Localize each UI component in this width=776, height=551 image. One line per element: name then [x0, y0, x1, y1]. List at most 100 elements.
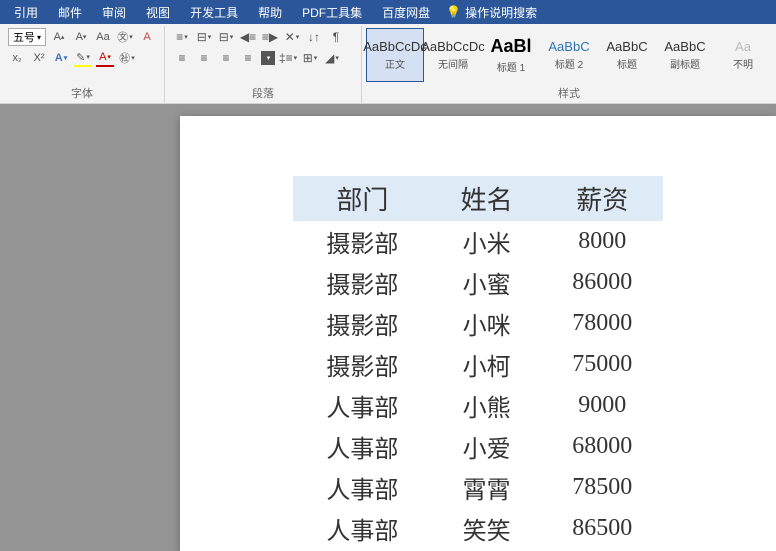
style-item-5[interactable]: AaBbC 副标题	[656, 28, 714, 82]
table-cell[interactable]: 摄影部	[293, 344, 432, 385]
line-spacing-icon[interactable]: ‡≡	[279, 49, 297, 67]
highlight-icon[interactable]: ✎	[74, 49, 92, 67]
table-cell[interactable]: 霄霄	[432, 467, 542, 508]
style-item-4[interactable]: AaBbC标题	[598, 28, 656, 82]
data-table[interactable]: 部门姓名薪资 摄影部小米8000摄影部小蜜86000摄影部小咪78000摄影部小…	[293, 176, 663, 549]
show-marks-icon[interactable]: ¶	[327, 28, 345, 46]
table-cell[interactable]: 9000	[542, 385, 663, 426]
table-cell[interactable]: 小咪	[432, 303, 542, 344]
table-header-cell[interactable]: 姓名	[432, 176, 542, 221]
menu-item-1[interactable]: 邮件	[48, 0, 92, 25]
menu-item-5[interactable]: 帮助	[248, 0, 292, 25]
ribbon-group-paragraph: ≡ ⊟ ⊟ ◀≡ ≡▶ ✕ ↓↑ ¶ ≡ ≡ ≡ ≡ ‡≡ ⊞ ◢ 段落	[165, 26, 362, 103]
table-cell[interactable]: 摄影部	[293, 221, 432, 262]
increase-indent-icon[interactable]: ≡▶	[261, 28, 279, 46]
sort-icon[interactable]: ↓↑	[305, 28, 323, 46]
table-cell[interactable]: 8000	[542, 221, 663, 262]
table-row[interactable]: 人事部笑笑86500	[293, 508, 663, 549]
align-center-icon[interactable]: ≡	[195, 49, 213, 67]
table-header-cell[interactable]: 薪资	[542, 176, 663, 221]
table-cell[interactable]: 摄影部	[293, 303, 432, 344]
style-preview: AaBbC	[664, 39, 705, 54]
table-cell[interactable]: 75000	[542, 344, 663, 385]
menu-item-7[interactable]: 百度网盘	[372, 0, 440, 25]
style-preview: Aa	[735, 39, 751, 54]
style-item-1[interactable]: AaBbCcDc 无间隔	[424, 28, 482, 82]
style-name-label: 副标题	[670, 56, 700, 71]
tell-me-search[interactable]: 💡 操作说明搜索	[446, 4, 537, 21]
table-cell[interactable]: 人事部	[293, 426, 432, 467]
table-cell[interactable]: 小爱	[432, 426, 542, 467]
table-cell[interactable]: 78500	[542, 467, 663, 508]
style-preview: AaBbC	[548, 39, 589, 54]
table-cell[interactable]: 人事部	[293, 467, 432, 508]
align-right-icon[interactable]: ≡	[217, 49, 235, 67]
style-name-label: 无间隔	[438, 56, 468, 71]
fill-icon[interactable]: ◢	[323, 49, 341, 67]
style-item-6[interactable]: Aa 不明	[714, 28, 772, 82]
table-cell[interactable]: 86000	[542, 262, 663, 303]
tell-me-label: 操作说明搜索	[465, 4, 537, 21]
clear-format-icon[interactable]: A	[138, 28, 156, 46]
enclose-char-icon[interactable]: ㊓	[118, 49, 136, 67]
table-cell[interactable]: 86500	[542, 508, 663, 549]
table-cell[interactable]: 68000	[542, 426, 663, 467]
grow-font-icon[interactable]: A▴	[50, 28, 68, 46]
document-area: 部门姓名薪资 摄影部小米8000摄影部小蜜86000摄影部小咪78000摄影部小…	[0, 104, 776, 551]
style-name-label: 标题 1	[497, 59, 525, 74]
lightbulb-icon: 💡	[446, 5, 461, 19]
numbering-icon[interactable]: ⊟	[195, 28, 213, 46]
style-preview: AaBl	[490, 36, 531, 57]
table-row[interactable]: 摄影部小蜜86000	[293, 262, 663, 303]
table-row[interactable]: 人事部小熊9000	[293, 385, 663, 426]
table-cell[interactable]: 小柯	[432, 344, 542, 385]
styles-gallery: AaBbCcDc正文AaBbCcDc无间隔AaBl标题 1AaBbC标题 2Aa…	[366, 28, 772, 82]
asian-layout-icon[interactable]: ✕	[283, 28, 301, 46]
table-row[interactable]: 人事部霄霄78500	[293, 467, 663, 508]
table-cell[interactable]: 小米	[432, 221, 542, 262]
align-justify-icon[interactable]: ≡	[239, 49, 257, 67]
style-item-0[interactable]: AaBbCcDc正文	[366, 28, 424, 82]
multilevel-icon[interactable]: ⊟	[217, 28, 235, 46]
phonetic-guide-icon[interactable]: ㉆	[116, 28, 134, 46]
decrease-indent-icon[interactable]: ◀≡	[239, 28, 257, 46]
style-name-label: 正文	[385, 56, 405, 71]
table-row[interactable]: 摄影部小柯75000	[293, 344, 663, 385]
styles-group-label: 样式	[366, 83, 772, 101]
table-cell[interactable]: 摄影部	[293, 262, 432, 303]
style-item-3[interactable]: AaBbC 标题 2	[540, 28, 598, 82]
text-effects-icon[interactable]: A	[52, 49, 70, 67]
menu-item-6[interactable]: PDF工具集	[292, 0, 372, 25]
align-left-icon[interactable]: ≡	[173, 49, 191, 67]
font-size-select[interactable]: 五号	[8, 28, 46, 46]
table-cell[interactable]: 小熊	[432, 385, 542, 426]
superscript-icon[interactable]: x₂	[8, 49, 26, 67]
subscript-icon[interactable]: X²	[30, 49, 48, 67]
menu-item-0[interactable]: 引用	[4, 0, 48, 25]
style-preview: AaBbC	[606, 39, 647, 54]
ribbon-group-styles: AaBbCcDc正文AaBbCcDc无间隔AaBl标题 1AaBbC标题 2Aa…	[362, 26, 776, 103]
change-case-icon[interactable]: Aa	[94, 28, 112, 46]
font-color-icon[interactable]: A	[96, 49, 114, 67]
bullets-icon[interactable]: ≡	[173, 28, 191, 46]
borders-icon[interactable]: ⊞	[301, 49, 319, 67]
menu-item-2[interactable]: 审阅	[92, 0, 136, 25]
table-cell[interactable]: 小蜜	[432, 262, 542, 303]
table-cell[interactable]: 笑笑	[432, 508, 542, 549]
table-header-cell[interactable]: 部门	[293, 176, 432, 221]
document-page[interactable]: 部门姓名薪资 摄影部小米8000摄影部小蜜86000摄影部小咪78000摄影部小…	[180, 116, 776, 551]
shrink-font-icon[interactable]: A▾	[72, 28, 90, 46]
table-cell[interactable]: 人事部	[293, 385, 432, 426]
table-cell[interactable]: 人事部	[293, 508, 432, 549]
table-row[interactable]: 摄影部小咪78000	[293, 303, 663, 344]
style-name-label: 不明	[733, 56, 753, 71]
menu-item-3[interactable]: 视图	[136, 0, 180, 25]
style-name-label: 标题 2	[555, 56, 583, 71]
menu-item-4[interactable]: 开发工具	[180, 0, 248, 25]
table-cell[interactable]: 78000	[542, 303, 663, 344]
shading-icon[interactable]	[261, 51, 275, 65]
style-preview: AaBbCcDc	[421, 39, 485, 54]
style-item-2[interactable]: AaBl 标题 1	[482, 28, 540, 82]
table-row[interactable]: 人事部小爱68000	[293, 426, 663, 467]
table-row[interactable]: 摄影部小米8000	[293, 221, 663, 262]
